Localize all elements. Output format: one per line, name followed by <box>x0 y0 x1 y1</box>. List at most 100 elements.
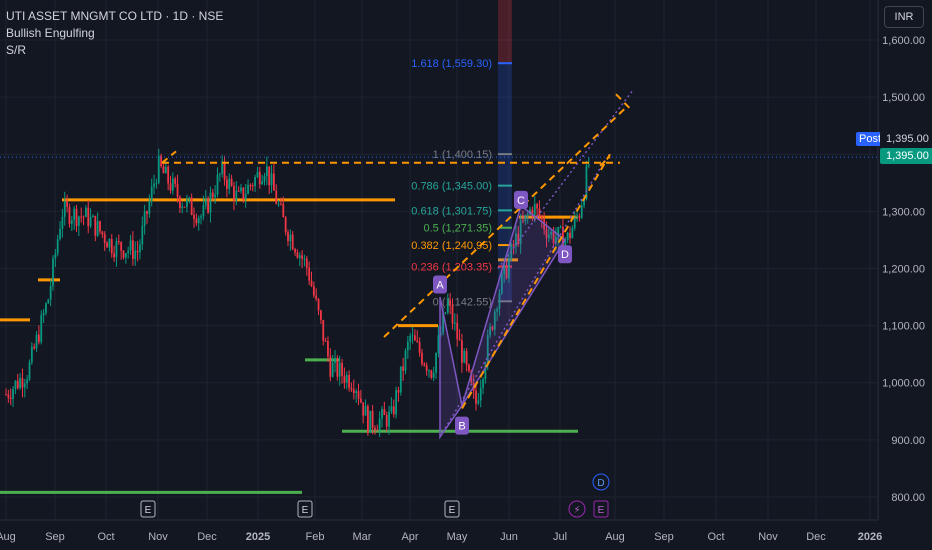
candle-body <box>190 197 193 215</box>
candle-body <box>7 394 10 398</box>
price-tick-label: 900.00 <box>891 435 925 447</box>
candle-body <box>146 211 148 214</box>
candle-body <box>61 216 64 229</box>
candle-body <box>174 178 177 184</box>
candle-body <box>312 286 315 296</box>
candle-body <box>303 258 306 260</box>
candle-body <box>569 232 571 239</box>
candle-body <box>82 216 85 218</box>
candle-body <box>153 183 155 187</box>
candle-body <box>240 187 242 192</box>
time-tick-label: Oct <box>97 531 114 543</box>
candle-body <box>265 166 268 177</box>
candle-body <box>458 339 461 341</box>
candle-body <box>585 165 588 199</box>
candle-body <box>444 312 447 314</box>
candle-body <box>218 173 221 175</box>
candle-body <box>216 174 219 195</box>
price-chart[interactable]: 1.618 (1,559.30) 1 (1,400.15) 0.786 (1,345… <box>0 0 932 550</box>
candle-body <box>540 216 543 220</box>
time-tick-label: Dec <box>197 531 217 543</box>
candle-body <box>338 362 341 377</box>
fib-level-label: 0.786 (1,345.00) <box>411 181 492 193</box>
time-tick-label: Oct <box>707 531 724 543</box>
time-tick-label: Feb <box>306 531 325 543</box>
candle-body <box>157 155 160 183</box>
earnings-marker-label: E <box>145 505 152 516</box>
price-tick-label: 1,500.00 <box>882 92 925 104</box>
symbol-title: UTI ASSET MNGMT CO LTD · 1D · NSE <box>6 9 224 23</box>
harmonic-xab <box>439 296 463 440</box>
candle-body <box>223 161 226 180</box>
candle-body <box>244 194 247 200</box>
candle-body <box>287 232 289 242</box>
candle-body <box>162 166 165 174</box>
candle-body <box>298 255 301 258</box>
candle-body <box>414 335 416 341</box>
candle-body <box>167 166 170 184</box>
candle-body <box>411 335 414 337</box>
candle-body <box>73 208 76 221</box>
candle-body <box>423 363 426 366</box>
earnings-marker-upcoming-label: E <box>598 505 605 516</box>
split-marker-icon: ⚡ <box>573 505 580 516</box>
chart-grid <box>0 0 878 520</box>
candle-body <box>352 389 355 394</box>
candle-body <box>9 397 12 399</box>
candle-body <box>437 335 440 354</box>
candle-body <box>139 244 141 253</box>
candle-body <box>188 197 191 200</box>
candle-body <box>327 340 329 357</box>
indicator-sr[interactable]: S/R <box>6 42 223 59</box>
time-tick-label: Dec <box>806 531 826 543</box>
dividend-marker-label: D <box>597 478 604 489</box>
candle-body <box>263 176 266 182</box>
candle-body <box>183 206 186 208</box>
price-tick-label: 1,300.00 <box>882 206 925 218</box>
last-price-tag: 1,395.00 <box>880 148 932 164</box>
candle-body <box>136 250 139 253</box>
trend-drawings: A B C D <box>161 90 633 440</box>
candle-body <box>376 429 379 431</box>
candle-body <box>56 239 59 254</box>
fib-level-label: 1.618 (1,559.30) <box>411 58 492 70</box>
candle-body <box>117 241 120 243</box>
candle-body <box>211 192 214 198</box>
candle-body <box>33 346 36 349</box>
candle-body <box>388 411 390 427</box>
candle-body <box>164 166 167 174</box>
candle-body <box>14 380 17 389</box>
candle-body <box>101 231 104 235</box>
price-axis: 1,600.001,500.001,400.001,300.001,200.00… <box>877 0 932 550</box>
candle-body <box>418 341 421 353</box>
candle-body <box>477 400 480 404</box>
candle-body <box>536 204 538 209</box>
time-axis: Aug Sep Oct Nov Dec 2025 Feb Mar Apr May Jun Jul Aug… <box>0 519 882 543</box>
candle-body <box>108 239 111 248</box>
candle-body <box>399 366 402 393</box>
candle-body <box>66 201 68 207</box>
candle-body <box>409 335 412 342</box>
candle-body <box>395 390 397 415</box>
candle-body <box>324 340 327 342</box>
candle-body <box>124 253 127 258</box>
candle-body <box>315 295 318 300</box>
candle-body <box>256 171 259 178</box>
post-market-price: 1,395.00 <box>880 131 932 147</box>
price-tick-label: 1,000.00 <box>882 378 925 390</box>
candle-body <box>465 350 468 365</box>
candle-body <box>322 319 325 341</box>
candle-body <box>19 378 21 389</box>
time-tick-label: May <box>447 531 468 543</box>
candle-body <box>204 198 207 206</box>
candle-body <box>355 391 358 394</box>
candle-body <box>571 228 574 239</box>
indicator-bullish-engulfing[interactable]: Bullish Engulfing <box>6 25 223 42</box>
candle-body <box>430 370 433 378</box>
candle-body <box>181 206 184 208</box>
candle-body <box>207 198 209 213</box>
candle-body <box>475 390 477 404</box>
candle-body <box>428 370 430 372</box>
candle-body <box>425 365 428 371</box>
currency-button[interactable]: INR <box>884 6 924 28</box>
